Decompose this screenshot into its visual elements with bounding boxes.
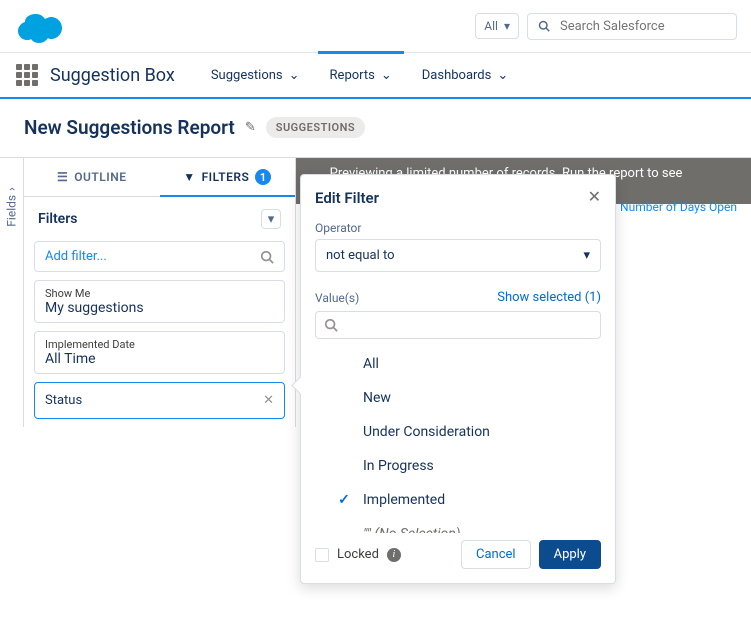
chevron-right-icon: › bbox=[5, 187, 19, 191]
values-option-list: All New Under Consideration In Progress … bbox=[315, 347, 601, 533]
search-scope-dropdown[interactable]: All ▾ bbox=[475, 13, 519, 39]
info-icon[interactable]: i bbox=[387, 548, 401, 562]
fields-rail-toggle[interactable]: Fields › bbox=[5, 187, 19, 226]
value-option-under-consideration[interactable]: Under Consideration bbox=[315, 415, 601, 449]
filter-implemented-date[interactable]: Implemented Date All Time bbox=[34, 331, 285, 374]
operator-label: Operator bbox=[315, 221, 601, 235]
column-header-days-open[interactable]: Number of Days Open bbox=[612, 192, 745, 222]
value-option-no-selection[interactable]: "" (No Selection) bbox=[315, 517, 601, 533]
values-search-input[interactable] bbox=[315, 311, 601, 339]
chevron-down-icon: ⌄ bbox=[497, 68, 508, 83]
nav-dashboards[interactable]: Dashboards⌄ bbox=[410, 52, 521, 98]
search-icon bbox=[260, 250, 274, 264]
filter-count-badge: 1 bbox=[255, 169, 271, 185]
search-icon bbox=[324, 318, 338, 332]
locked-label: Locked bbox=[337, 547, 379, 562]
value-option-new[interactable]: New bbox=[315, 381, 601, 415]
value-option-in-progress[interactable]: In Progress bbox=[315, 449, 601, 483]
search-scope-value: All bbox=[484, 19, 498, 33]
global-search[interactable] bbox=[527, 13, 737, 40]
value-option-all[interactable]: All bbox=[315, 347, 601, 381]
chevron-down-icon: ▾ bbox=[504, 19, 510, 33]
filters-menu-dropdown[interactable]: ▾ bbox=[261, 209, 281, 229]
edit-title-icon[interactable]: ✎ bbox=[245, 120, 256, 135]
chevron-down-icon: ⌄ bbox=[289, 68, 300, 83]
cancel-button[interactable]: Cancel bbox=[461, 540, 531, 569]
filters-heading: Filters bbox=[38, 211, 77, 227]
values-label: Value(s) bbox=[315, 291, 359, 305]
edit-filter-popover: Edit Filter ✕ Operator not equal to ▾ Va… bbox=[300, 174, 616, 584]
value-option-implemented[interactable]: ✓Implemented bbox=[315, 483, 601, 517]
salesforce-logo bbox=[14, 8, 68, 44]
app-name: Suggestion Box bbox=[50, 65, 175, 86]
report-type-tag: SUGGESTIONS bbox=[266, 117, 365, 138]
remove-filter-icon[interactable]: ✕ bbox=[263, 393, 274, 408]
locked-checkbox[interactable] bbox=[315, 548, 329, 562]
add-filter-input[interactable]: Add filter... bbox=[34, 241, 285, 272]
app-launcher-icon[interactable] bbox=[16, 64, 38, 86]
search-input[interactable] bbox=[560, 19, 726, 34]
filter-status[interactable]: Status ✕ bbox=[34, 382, 285, 419]
popover-title: Edit Filter bbox=[315, 189, 601, 207]
filter-icon: ▼ bbox=[183, 170, 195, 184]
show-selected-link[interactable]: Show selected (1) bbox=[497, 290, 601, 305]
nav-reports[interactable]: Reports⌄ bbox=[318, 52, 404, 98]
outline-icon: ☰ bbox=[57, 170, 68, 184]
tab-filters[interactable]: ▼ FILTERS 1 bbox=[160, 158, 296, 196]
filter-show-me[interactable]: Show Me My suggestions bbox=[34, 280, 285, 323]
chevron-down-icon: ⌄ bbox=[381, 68, 392, 83]
check-icon: ✓ bbox=[335, 492, 353, 508]
page-title: New Suggestions Report bbox=[24, 116, 235, 139]
nav-suggestions[interactable]: Suggestions⌄ bbox=[199, 52, 312, 98]
operator-select[interactable]: not equal to ▾ bbox=[315, 239, 601, 272]
search-icon bbox=[538, 19, 550, 33]
close-popover-button[interactable]: ✕ bbox=[588, 187, 601, 206]
chevron-down-icon: ▾ bbox=[583, 248, 590, 263]
apply-button[interactable]: Apply bbox=[539, 540, 601, 569]
tab-outline[interactable]: ☰ OUTLINE bbox=[24, 158, 160, 196]
